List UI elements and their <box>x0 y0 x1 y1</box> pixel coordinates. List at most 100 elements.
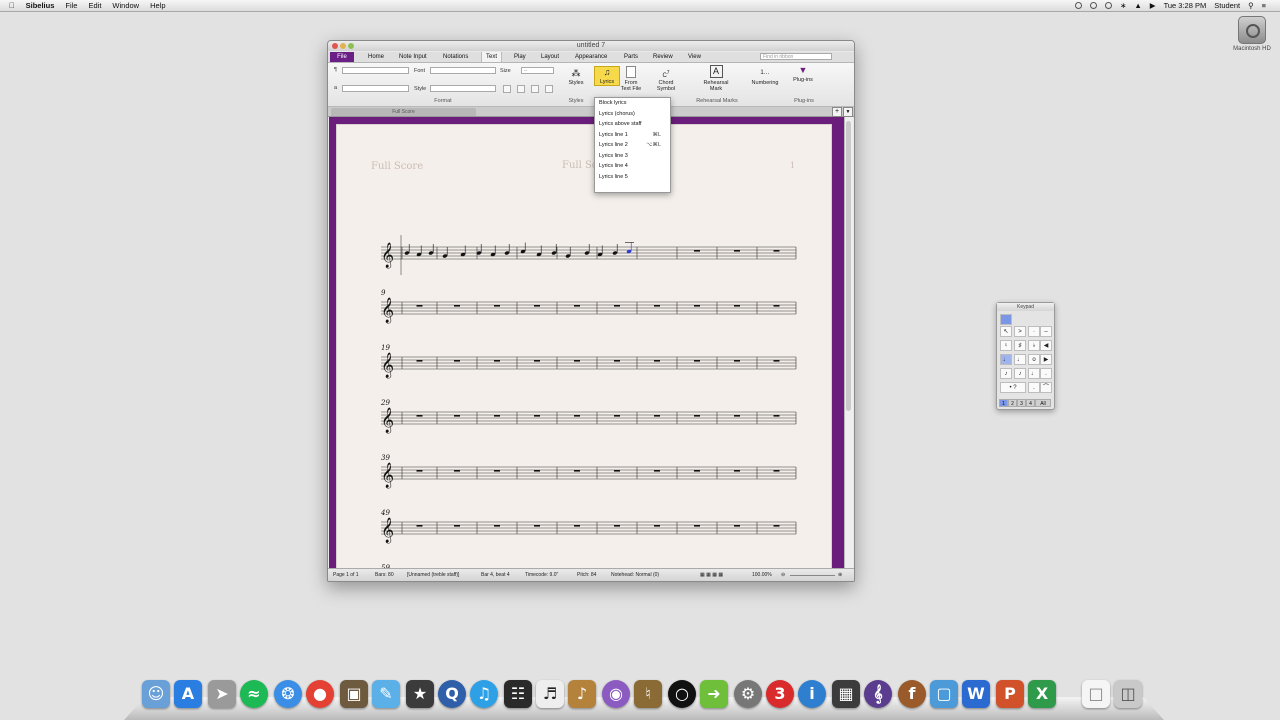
menu-item-lyrics-line-5[interactable]: Lyrics line 5 <box>595 172 670 183</box>
keypad-tab-all[interactable]: All <box>1035 399 1051 407</box>
garageband-icon[interactable]: ♮ <box>634 680 662 708</box>
launchpad-icon[interactable]: ➤ <box>208 680 236 708</box>
midi-keyboard-icon[interactable]: ☷ <box>504 680 532 708</box>
menu-window[interactable]: Window <box>112 0 139 11</box>
score-view[interactable]: Full ScoreFull Score1𝄞𝄞9𝄞19𝄞29𝄞39𝄞4959 <box>329 117 845 568</box>
notification-center-icon[interactable]: ≡ <box>1262 0 1266 11</box>
info-app-icon[interactable]: i <box>798 680 826 708</box>
new-tab-button[interactable]: + <box>832 107 842 117</box>
keypad-key[interactable]: > <box>1014 326 1026 337</box>
styles-button[interactable]: ⁂ Styles <box>564 68 588 86</box>
lyrics-button[interactable]: ♫ Lyrics <box>594 66 620 86</box>
trash-icon[interactable]: ◫ <box>1114 680 1142 708</box>
instruments-icon[interactable]: ♪ <box>568 680 596 708</box>
arrow-app-icon[interactable]: ➜ <box>700 680 728 708</box>
find-in-ribbon-input[interactable]: Find in ribbon <box>760 53 832 60</box>
minimize-window-button[interactable] <box>340 43 346 49</box>
volume-icon[interactable]: ▶ <box>1150 0 1156 11</box>
zoom-window-button[interactable] <box>348 43 354 49</box>
safari-icon[interactable]: ❂ <box>274 680 302 708</box>
documents-folder-icon[interactable]: □ <box>1082 680 1110 708</box>
calendar-app-icon[interactable]: 3 <box>766 680 794 708</box>
app-menu[interactable]: Sibelius <box>26 0 55 11</box>
keypad-key[interactable]: o <box>1028 354 1040 365</box>
sync-icon[interactable] <box>1090 2 1098 9</box>
keypad-tab-2[interactable]: 2 <box>1008 399 1017 407</box>
align-left-icon[interactable] <box>503 85 511 93</box>
justify-icon[interactable] <box>545 85 553 93</box>
preview-icon[interactable]: ▦ <box>832 680 860 708</box>
user-menu[interactable]: Student <box>1214 0 1240 11</box>
ableton-live-icon[interactable]: ○ <box>668 680 696 708</box>
numbering-button[interactable]: 1… Numbering <box>750 68 780 86</box>
audio-app-icon[interactable]: ◉ <box>602 680 630 708</box>
score-canvas[interactable]: Full ScoreFull Score1𝄞𝄞9𝄞19𝄞29𝄞39𝄞4959 <box>337 125 831 568</box>
style-select[interactable] <box>430 85 496 92</box>
from-text-file-button[interactable]: From Text File <box>619 66 643 92</box>
align-right-icon[interactable] <box>531 85 539 93</box>
keypad-tab-3[interactable]: 3 <box>1017 399 1026 407</box>
menu-item-lyrics-line-1[interactable]: Lyrics line 1 ⌘L <box>595 130 670 141</box>
keypad-key[interactable]: . <box>1028 382 1040 393</box>
word-icon[interactable]: W <box>962 680 990 708</box>
keypad-key[interactable]: ♮ <box>1000 340 1012 351</box>
time-machine-icon[interactable] <box>1105 2 1113 9</box>
app-store-icon[interactable]: A <box>174 680 202 708</box>
menu-item-lyrics-line-2[interactable]: Lyrics line 2 ⌥⌘L <box>595 140 670 151</box>
menu-item-lyrics-chorus[interactable]: Lyrics (chorus) <box>595 109 670 120</box>
spotlight-icon[interactable]: ⚲ <box>1248 0 1254 11</box>
tab-menu-button[interactable]: ▼ <box>843 107 853 117</box>
chrome-icon[interactable]: ● <box>306 680 334 708</box>
keypad-key[interactable]: ♭ <box>1028 340 1040 351</box>
tab-home[interactable]: Home <box>364 52 388 62</box>
keypad-key[interactable]: ♪ <box>1000 368 1012 379</box>
tab-appearance[interactable]: Appearance <box>571 52 611 62</box>
rehearsal-mark-button[interactable]: A Rehearsal Mark <box>703 65 729 92</box>
finale-icon[interactable]: f <box>898 680 926 708</box>
photo-browser-icon[interactable]: ▣ <box>340 680 368 708</box>
keypad-key-quarter-note[interactable]: ♩ <box>1000 354 1012 365</box>
system-preferences-icon[interactable]: ⚙ <box>734 680 762 708</box>
score-page[interactable]: Full ScoreFull Score1𝄞𝄞9𝄞19𝄞29𝄞39𝄞4959 <box>337 125 831 568</box>
itunes-icon[interactable]: ♫ <box>470 680 498 708</box>
text-editor-icon[interactable]: ✎ <box>372 680 400 708</box>
tab-notations[interactable]: Notations <box>439 52 472 62</box>
keypad-key[interactable]: ↖ <box>1000 326 1012 337</box>
text-effect-select[interactable] <box>342 85 409 92</box>
zoom-slider[interactable] <box>790 575 835 576</box>
chord-symbol-button[interactable]: C7 Chord Symbol <box>654 68 678 92</box>
tab-review[interactable]: Review <box>649 52 677 62</box>
keypad-key[interactable]: ♯ <box>1014 340 1026 351</box>
menu-item-lyrics-line-4[interactable]: Lyrics line 4 <box>595 161 670 172</box>
hard-drive-icon[interactable] <box>1238 16 1266 44</box>
desktop-drive[interactable]: Macintosh HD <box>1232 16 1272 52</box>
view-mode-icons[interactable]: ▦ ▦ ▦ ▦ <box>700 569 723 581</box>
excel-icon[interactable]: X <box>1028 680 1056 708</box>
keypad-key[interactable]: · <box>1028 326 1040 337</box>
zoom-out-icon[interactable]: ⊖ <box>781 569 785 581</box>
sibelius-dock-icon[interactable]: 𝄞 <box>864 680 892 708</box>
keypad-key[interactable]: ▶ <box>1040 354 1052 365</box>
bluetooth-icon[interactable]: ∗ <box>1120 0 1126 11</box>
keypad-layout-icon[interactable] <box>1000 314 1012 325</box>
tab-text[interactable]: Text <box>481 52 503 62</box>
title-bar[interactable]: untitled 7 <box>328 41 854 51</box>
imovie-icon[interactable]: ★ <box>406 680 434 708</box>
zoom-level[interactable]: 100.00% <box>752 569 772 581</box>
keypad-key[interactable]: ♩ <box>1014 354 1026 365</box>
tab-note-input[interactable]: Note Input <box>395 52 431 62</box>
keypad-tab-1[interactable]: 1 <box>999 399 1008 407</box>
tab-view[interactable]: View <box>684 52 705 62</box>
tab-full-score[interactable]: Full Score <box>331 108 476 116</box>
keypad-key[interactable]: ♩ <box>1028 368 1040 379</box>
apple-menu-icon[interactable]:  <box>9 0 15 11</box>
close-window-button[interactable] <box>332 43 338 49</box>
spotify-icon[interactable]: ≈ <box>240 680 268 708</box>
keypad-key[interactable]: ⌒ <box>1040 382 1052 393</box>
align-center-icon[interactable] <box>517 85 525 93</box>
finder-icon[interactable]: ☺ <box>142 680 170 708</box>
status-icon[interactable] <box>1075 2 1083 9</box>
menu-help[interactable]: Help <box>150 0 165 11</box>
plugins-button[interactable]: ▼ Plug-ins <box>791 65 815 83</box>
tab-play[interactable]: Play <box>510 52 530 62</box>
